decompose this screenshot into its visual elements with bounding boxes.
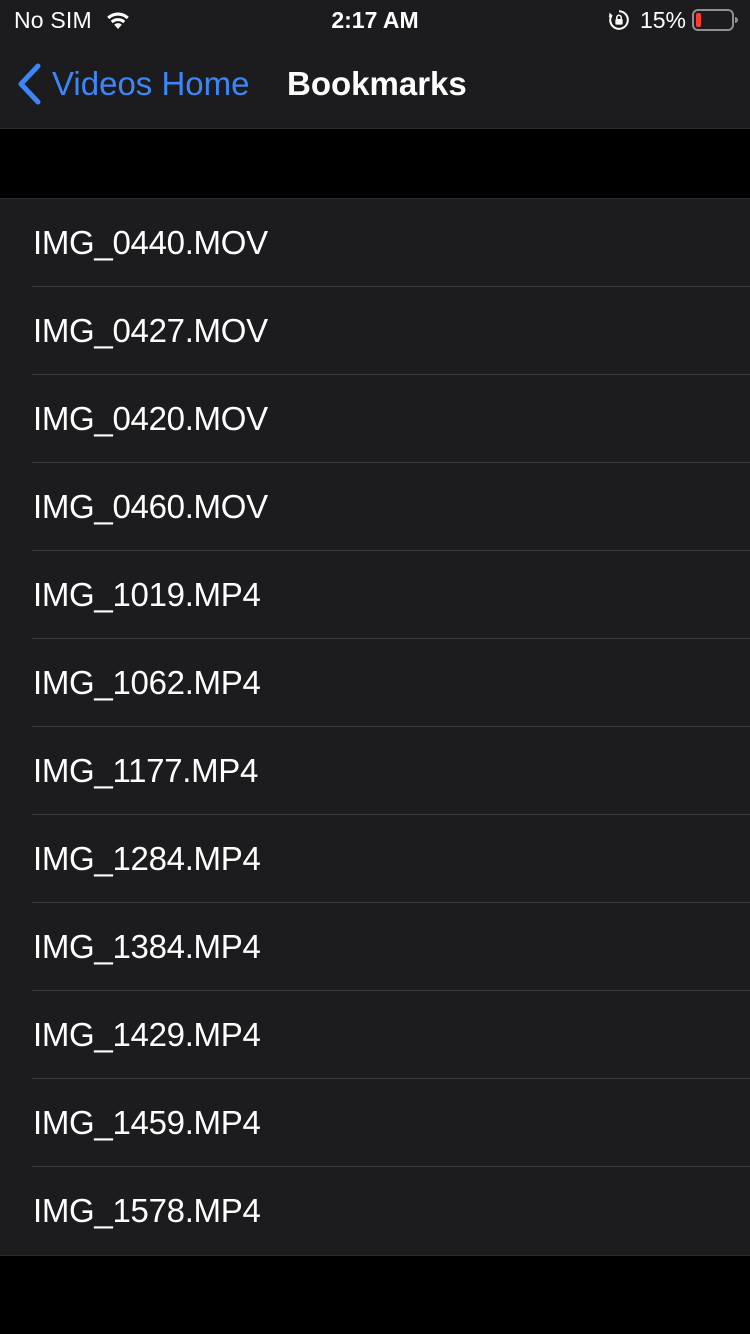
- top-chrome: No SIM 2:17 AM 15% Videos Home Bookmarks: [0, 0, 750, 129]
- bookmark-file-name: IMG_0427.MOV: [33, 312, 268, 349]
- list-item[interactable]: IMG_1062.MP4: [0, 639, 750, 727]
- back-button[interactable]: Videos Home: [16, 62, 250, 106]
- bookmarks-list: IMG_0440.MOV IMG_0427.MOV IMG_0420.MOV I…: [0, 198, 750, 1256]
- bookmark-file-name: IMG_0440.MOV: [33, 224, 268, 261]
- status-bar: No SIM 2:17 AM 15%: [0, 0, 750, 40]
- battery-percent: 15%: [639, 6, 686, 33]
- bookmark-file-name: IMG_0460.MOV: [33, 488, 268, 525]
- list-item[interactable]: IMG_1177.MP4: [0, 727, 750, 815]
- list-item[interactable]: IMG_0420.MOV: [0, 375, 750, 463]
- list-item[interactable]: IMG_1429.MP4: [0, 991, 750, 1079]
- orientation-lock-icon: [608, 10, 629, 30]
- battery-fill: [696, 13, 702, 27]
- bookmark-file-name: IMG_1062.MP4: [33, 664, 261, 701]
- bookmark-file-name: IMG_1019.MP4: [33, 576, 261, 613]
- list-item[interactable]: IMG_1578.MP4: [0, 1167, 750, 1255]
- list-item[interactable]: IMG_1459.MP4: [0, 1079, 750, 1167]
- list-item[interactable]: IMG_0427.MOV: [0, 287, 750, 375]
- back-button-label: Videos Home: [52, 65, 250, 102]
- bookmark-file-name: IMG_1459.MP4: [33, 1104, 261, 1141]
- bookmark-file-name: IMG_1384.MP4: [33, 928, 261, 965]
- bookmark-file-name: IMG_1177.MP4: [33, 752, 259, 789]
- status-right-group: 15%: [608, 6, 738, 34]
- bookmark-file-name: IMG_1284.MP4: [33, 840, 261, 877]
- bookmark-file-name: IMG_1578.MP4: [33, 1192, 261, 1229]
- list-item[interactable]: IMG_1019.MP4: [0, 551, 750, 639]
- page-title: Bookmarks: [287, 65, 467, 102]
- list-item[interactable]: IMG_0440.MOV: [0, 199, 750, 287]
- list-item[interactable]: IMG_1284.MP4: [0, 815, 750, 903]
- navigation-bar: Videos Home Bookmarks: [0, 40, 750, 129]
- bookmark-file-name: IMG_1429.MP4: [33, 1016, 261, 1053]
- screen: No SIM 2:17 AM 15% Videos Home Bookmarks…: [0, 0, 750, 1334]
- battery-icon: [692, 9, 738, 31]
- chevron-left-icon: [18, 63, 41, 105]
- list-item[interactable]: IMG_1384.MP4: [0, 903, 750, 991]
- bookmark-file-name: IMG_0420.MOV: [33, 400, 268, 437]
- list-item[interactable]: IMG_0460.MOV: [0, 463, 750, 551]
